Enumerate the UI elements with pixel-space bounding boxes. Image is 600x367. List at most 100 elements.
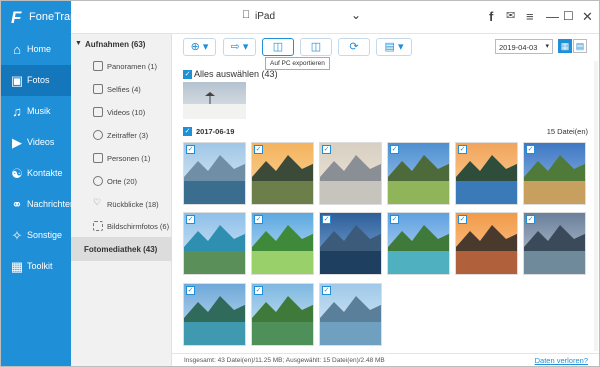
export-pc-button[interactable]: ◫ — [262, 38, 294, 56]
category-header[interactable]: ▼ Aufnahmen (63) — [71, 36, 172, 54]
export-device-icon: ⇨ ▾ — [230, 41, 249, 53]
minimize-icon[interactable]: — — [546, 9, 559, 24]
add-button[interactable]: ⊕ ▾ — [183, 38, 216, 56]
status-text: Insgesamt: 43 Datei(en)/11.25 MB; Ausgew… — [184, 357, 385, 364]
photo-checkbox[interactable]: ✓ — [186, 286, 195, 295]
photo-checkbox[interactable]: ✓ — [526, 215, 535, 224]
photo-checkbox[interactable]: ✓ — [186, 215, 195, 224]
group-checkbox[interactable]: ✓ — [183, 126, 192, 136]
photo-thumbnail[interactable]: ✓ — [183, 142, 246, 205]
sidebar-item-toolkit[interactable]: ▦ Toolkit — [1, 251, 71, 282]
device-dropdown-chevron-icon[interactable]: ⌄ — [351, 8, 361, 22]
facebook-icon[interactable]: f — [489, 9, 493, 24]
date-filter-value: 2019-04-03 — [499, 43, 538, 52]
maximize-icon[interactable]: ☐ — [563, 9, 574, 23]
sidebar-item-sonstige[interactable]: ✧ Sonstige — [1, 220, 71, 251]
sidebar-item-nachrichten[interactable]: ⚭ Nachrichten — [1, 189, 75, 220]
photo-thumbnail[interactable]: ✓ — [183, 212, 246, 275]
category-item-videos[interactable]: Videos (10) — [71, 102, 172, 124]
select-all-checkbox[interactable]: ✓ — [183, 70, 192, 80]
category-item-bildschirmfotos[interactable]: Bildschirmfotos (6) — [71, 216, 172, 238]
photo-thumbnail[interactable]: ✓ — [319, 142, 382, 205]
category-item-personen[interactable]: Personen (1) — [71, 148, 172, 170]
photo-checkbox[interactable]: ✓ — [254, 286, 263, 295]
photo-checkbox[interactable]: ✓ — [526, 145, 535, 154]
screenshot-icon — [93, 221, 103, 231]
export-pc-icon: ◫ — [272, 41, 284, 53]
photo-thumbnail[interactable]: ✓ — [523, 142, 586, 205]
photo-checkbox[interactable]: ✓ — [458, 215, 467, 224]
toolbox-button[interactable]: ▤ ▾ — [376, 38, 412, 56]
category-item-panoramen[interactable]: Panoramen (1) — [71, 56, 172, 78]
feedback-icon[interactable]: ✉ — [506, 9, 515, 22]
close-icon[interactable]: ✕ — [582, 9, 593, 25]
location-icon — [93, 176, 103, 186]
photo-thumbnail[interactable]: ✓ — [523, 212, 586, 275]
category-item-label: Panoramen (1) — [107, 62, 158, 71]
sidebar-item-fotos[interactable]: ▣ Fotos — [1, 65, 71, 96]
photo-thumbnail[interactable]: ✓ — [319, 212, 382, 275]
photo-checkbox[interactable]: ✓ — [322, 286, 331, 295]
photo-thumbnail[interactable]: ✓ — [251, 283, 314, 346]
album-thumbnail[interactable] — [183, 82, 246, 119]
category-item-label: Zeitraffer (3) — [107, 131, 149, 140]
photo-thumbnail[interactable]: ✓ — [455, 212, 518, 275]
sidebar-item-label: Musik — [27, 106, 51, 116]
sidebar-item-musik[interactable]: ♫ Musik — [1, 96, 71, 127]
photo-checkbox[interactable]: ✓ — [254, 215, 263, 224]
photo-checkbox[interactable]: ✓ — [322, 215, 331, 224]
heart-icon: ♡ — [93, 197, 102, 207]
photo-thumbnail[interactable]: ✓ — [251, 212, 314, 275]
photo-checkbox[interactable]: ✓ — [390, 215, 399, 224]
app-title: FoneTrans — [29, 11, 82, 23]
photo-thumbnail[interactable]: ✓ — [387, 142, 450, 205]
category-item-zeitraffer[interactable]: Zeitraffer (3) — [71, 125, 172, 147]
camera-icon — [93, 84, 103, 94]
device-name[interactable]: iPad — [255, 11, 275, 22]
photo-thumbnail[interactable]: ✓ — [319, 283, 382, 346]
expand-triangle-icon: ▼ — [75, 40, 82, 47]
grid-view-button[interactable]: ▦ — [558, 39, 572, 53]
timelapse-icon — [93, 130, 103, 140]
sidebar-item-videos[interactable]: ▶ Videos — [1, 127, 71, 158]
sidebar-item-kontakte[interactable]: ☯ Kontakte — [1, 158, 71, 189]
app-logo: F FoneTrans — [1, 1, 82, 34]
category-library-label: Fotomediathek (43) — [84, 245, 158, 254]
photo-thumbnail[interactable]: ✓ — [251, 142, 314, 205]
convert-button[interactable]: ⟳ — [338, 38, 370, 56]
category-item-orte[interactable]: Orte (20) — [71, 171, 172, 193]
select-all[interactable]: ✓ Alles auswählen (43) — [183, 69, 278, 80]
list-view-button[interactable]: ▤ — [573, 39, 587, 53]
grid-icon: ▦ — [560, 41, 570, 51]
photo-thumbnail[interactable]: ✓ — [183, 283, 246, 346]
photo-checkbox[interactable]: ✓ — [186, 145, 195, 154]
photo-thumbnail[interactable]: ✓ — [387, 212, 450, 275]
export-device-button[interactable]: ⇨ ▾ — [223, 38, 256, 56]
contacts-icon: ☯ — [11, 166, 23, 181]
scrollbar[interactable] — [594, 61, 598, 351]
album-thumbnail-image — [183, 82, 246, 119]
photo-thumbnail[interactable]: ✓ — [455, 142, 518, 205]
category-item-label: Orte (20) — [107, 177, 138, 186]
date-filter[interactable]: 2019-04-03 ▾ — [495, 39, 553, 54]
list-icon: ▤ — [575, 41, 585, 51]
toolkit-icon: ▦ — [10, 259, 24, 274]
photo-checkbox[interactable]: ✓ — [390, 145, 399, 154]
delete-button[interactable]: ◫ — [300, 38, 332, 56]
sidebar-item-label: Nachrichten — [27, 199, 76, 209]
photo-checkbox[interactable]: ✓ — [322, 145, 331, 154]
category-item-selfies[interactable]: Selfies (4) — [71, 79, 172, 101]
video-icon: ▶ — [12, 135, 22, 150]
category-item-rueckblicke[interactable]: ♡ Rückblicke (18) — [71, 194, 172, 216]
category-item-label: Videos (10) — [107, 108, 146, 117]
data-lost-link[interactable]: Daten verloren? — [535, 356, 588, 365]
category-panel: ▼ Aufnahmen (63) Panoramen (1) Selfies (… — [71, 34, 172, 366]
menu-icon[interactable]: ≡ — [526, 9, 534, 24]
category-fotomediathek[interactable]: Fotomediathek (43) — [71, 237, 172, 261]
sidebar-item-label: Kontakte — [27, 168, 63, 178]
photo-checkbox[interactable]: ✓ — [458, 145, 467, 154]
photo-checkbox[interactable]: ✓ — [254, 145, 263, 154]
sidebar-item-home[interactable]: ⌂ Home — [1, 34, 71, 65]
sidebar-item-label: Fotos — [27, 75, 50, 85]
sidebar-item-label: Videos — [27, 137, 55, 147]
